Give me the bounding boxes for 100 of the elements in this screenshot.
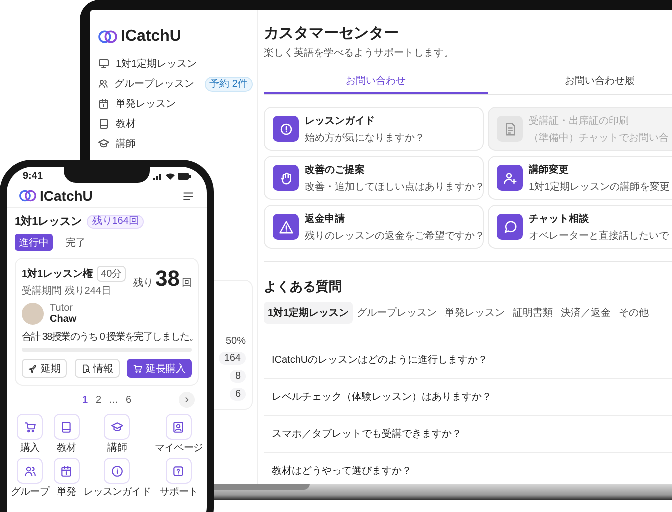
graduation-cap-icon — [110, 420, 124, 434]
book-icon — [98, 118, 110, 130]
card-title: チャット相談 — [529, 212, 590, 226]
status-tab[interactable]: 完了 — [57, 234, 95, 251]
person-add-icon — [502, 170, 518, 186]
support-card[interactable]: レッスンガイド 始め方が気になりますか？ — [264, 107, 484, 151]
stat-value: 8 — [230, 370, 246, 383]
page-link[interactable]: 1 — [82, 394, 88, 406]
status-tab[interactable]: 進行中 — [15, 234, 53, 251]
cart-icon — [133, 364, 143, 374]
avatar — [22, 303, 44, 325]
faq-question[interactable]: レベルチェック（体験レッスン）はありますか？ — [264, 379, 672, 416]
warning-icon — [278, 220, 294, 234]
faq-category-tab[interactable]: 単発レッスン — [441, 302, 510, 324]
card-description: 始め方が気になりますか？ — [305, 132, 425, 144]
stat-value: 50% — [226, 336, 246, 347]
logo-rings-icon — [98, 29, 118, 45]
chat-bubble-icon — [502, 220, 518, 234]
tutor-label: Tutor — [50, 303, 74, 314]
cart-icon — [24, 420, 37, 434]
card-description: （準備中）チャットでお問い合 — [529, 132, 669, 144]
info-icon — [110, 464, 124, 478]
tab[interactable]: お問い合わせ履 — [488, 70, 672, 94]
faq-category-tab[interactable]: 証明書類 — [509, 302, 558, 324]
action-button[interactable]: 情報 — [74, 359, 120, 378]
page-subtitle: 楽しく英語を学べるようサポートします。 — [264, 46, 455, 60]
reservation-badge: 予約 2件 — [204, 76, 253, 92]
card-description: 改善・追加してほしい点はありますか？ — [305, 180, 485, 194]
faq-category-tab[interactable]: グループレッスン — [353, 302, 442, 324]
faq-category-tab[interactable]: その他 — [615, 302, 654, 324]
help-icon — [172, 464, 186, 478]
card-title: 返金申請 — [305, 212, 346, 226]
remaining-badge: 残り164回 — [87, 214, 144, 228]
shortcut-item[interactable]: レッスンガイド — [84, 458, 151, 499]
people-icon — [24, 464, 37, 478]
progress-summary: 合計 38授業のうち 0 授業を完了しました。 — [22, 330, 192, 344]
tab[interactable]: お問い合わせ — [264, 70, 488, 94]
card-title: 講師変更 — [529, 163, 570, 176]
document-search-icon — [80, 364, 90, 374]
sidebar-item[interactable]: 講師 — [98, 134, 253, 154]
shortcut-item[interactable]: グループ — [11, 458, 50, 499]
calendar-icon — [60, 464, 74, 478]
card-title: 改善のご提案 — [305, 163, 366, 176]
logo-text[interactable]: ICatchU — [40, 188, 93, 204]
stat-value: 6 — [230, 388, 246, 401]
shortcut-item[interactable]: 講師 — [84, 414, 151, 455]
card-title: レッスンガイド — [305, 114, 376, 128]
ticket-name: 1対1レッスン権 — [22, 267, 94, 281]
exclamation-circle-icon — [278, 122, 294, 136]
card-description: オペレーターと直接話したいで — [529, 230, 669, 242]
support-card[interactable]: 改善のご提案 改善・追加してほしい点はありますか？ — [264, 156, 484, 200]
signal-icon — [153, 172, 163, 180]
faq-question[interactable]: ICatchUのレッスンはどのように進行しますか？ — [264, 342, 672, 379]
shortcut-item[interactable]: サポート — [154, 458, 203, 499]
section-title: 1対1レッスン — [15, 214, 82, 229]
people-icon — [98, 78, 109, 90]
faq-category-tab[interactable]: 1対1定期レッスン — [264, 302, 354, 324]
faq-question[interactable]: スマホ／タブレットでも受講できますか？ — [264, 416, 672, 453]
remaining-label: 残り — [134, 276, 154, 290]
remaining-count: 38 — [156, 266, 180, 292]
sidebar-item[interactable]: 教材 — [98, 114, 253, 134]
action-button[interactable]: 延長購入 — [127, 359, 192, 378]
faq-title: よくある質問 — [264, 278, 343, 296]
status-time: 9:41 — [23, 170, 44, 182]
menu-icon — [182, 190, 195, 202]
airplane-icon — [28, 364, 38, 374]
logo-rings-icon — [19, 189, 37, 203]
card-description: 1対1定期レッスンの講師を変更 — [529, 180, 670, 194]
page-title: カスタマーセンター — [264, 24, 400, 43]
calendar-icon — [98, 98, 110, 110]
book-icon — [60, 420, 74, 434]
remaining-unit: 回 — [182, 277, 192, 290]
action-button[interactable]: 延期 — [22, 359, 67, 378]
hand-icon — [278, 170, 294, 186]
page-link[interactable]: ... — [110, 394, 118, 406]
period-text: 受講期間 残り244日 — [22, 284, 112, 298]
tutor-name: Chaw — [50, 314, 77, 325]
menu-button[interactable] — [182, 190, 195, 202]
faq-question[interactable]: 教材はどうやって選びますか？ — [264, 453, 672, 486]
shortcut-item[interactable]: マイページ — [154, 414, 203, 455]
card-title: 受講証・出席証の印刷 — [529, 114, 630, 128]
shortcut-item[interactable]: 購入 — [11, 414, 50, 455]
monitor-icon — [98, 58, 110, 70]
support-card[interactable]: 講師変更 1対1定期レッスンの講師を変更 — [488, 156, 672, 200]
support-card[interactable]: 返金申請 残りのレッスンの返金をご希望ですか？ — [264, 205, 484, 249]
page-link[interactable]: 6 — [126, 394, 132, 406]
wifi-icon — [166, 172, 175, 180]
support-card[interactable]: チャット相談 オペレーターと直接話したいで — [488, 205, 672, 249]
profile-card-icon — [172, 420, 186, 434]
graduation-cap-icon — [98, 138, 110, 150]
sidebar-item[interactable]: 単発レッスン — [98, 94, 253, 114]
stat-value: 164 — [219, 352, 246, 365]
duration-badge: 40分 — [97, 266, 126, 282]
sidebar-item[interactable]: グループレッスン 予約 2件 — [98, 74, 253, 94]
battery-icon — [178, 172, 191, 180]
logo-text[interactable]: ICatchU — [121, 28, 182, 46]
card-description: 残りのレッスンの返金をご希望ですか？ — [305, 230, 485, 242]
faq-category-tab[interactable]: 決済／返金 — [557, 302, 616, 324]
sidebar-item[interactable]: 1対1定期レッスン — [98, 54, 253, 74]
page-link[interactable]: 2 — [96, 394, 102, 406]
